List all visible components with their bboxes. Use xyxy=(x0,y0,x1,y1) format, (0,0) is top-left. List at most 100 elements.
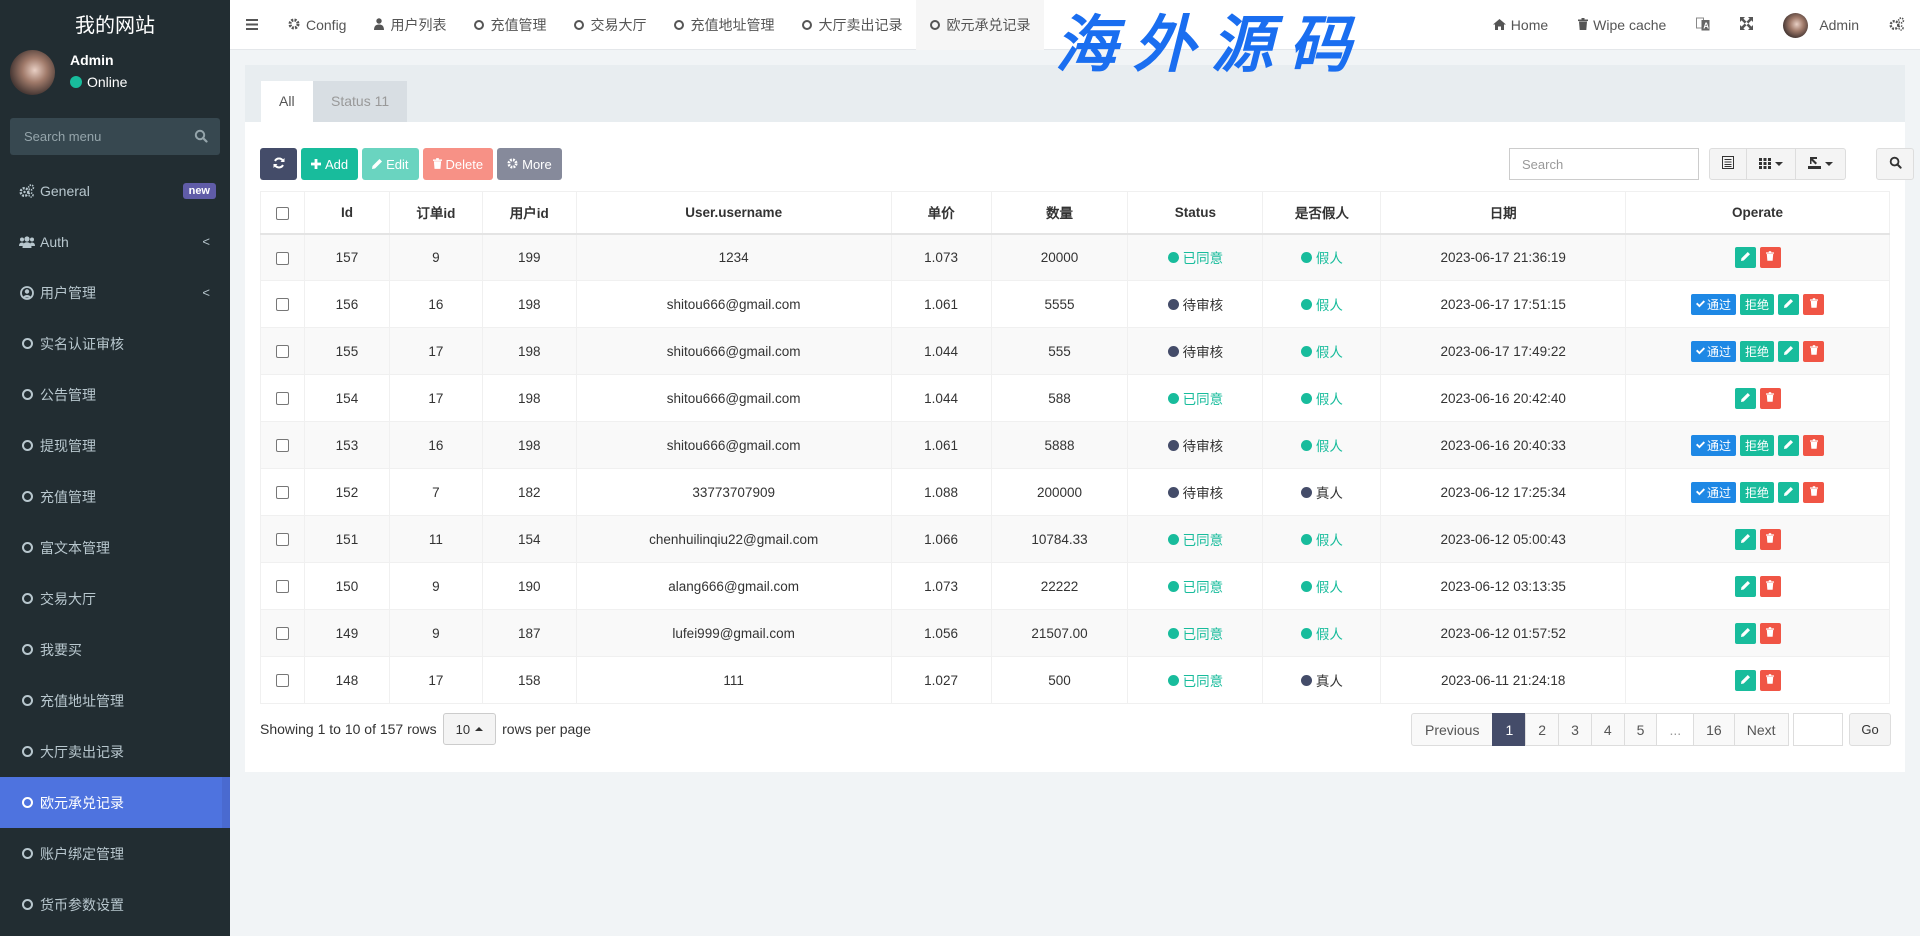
sidebar-item-auth[interactable]: Auth < xyxy=(0,216,230,267)
row-delete-button[interactable] xyxy=(1803,340,1825,362)
row-edit-button[interactable] xyxy=(1734,622,1756,644)
row-delete-button[interactable] xyxy=(1759,622,1781,644)
select-all-checkbox[interactable] xyxy=(275,206,289,220)
wipe-cache-button[interactable]: Wipe cache xyxy=(1563,0,1681,50)
nav-tab-config[interactable]: Config xyxy=(274,0,360,50)
page-button[interactable]: 2 xyxy=(1525,713,1560,746)
row-checkbox[interactable] xyxy=(275,627,289,641)
page-button[interactable]: 3 xyxy=(1558,713,1592,746)
fake-badge[interactable]: 假人 xyxy=(1300,388,1343,408)
column-header[interactable]: 订单id xyxy=(388,191,483,235)
row-checkbox[interactable] xyxy=(275,486,289,500)
fake-badge[interactable]: 假人 xyxy=(1300,529,1343,549)
table-search-input[interactable] xyxy=(1509,148,1699,180)
sidebar-item-trading-hall[interactable]: 交易大厅 xyxy=(0,573,230,624)
row-edit-button[interactable] xyxy=(1778,293,1800,315)
status-badge[interactable]: 待审核 xyxy=(1167,294,1223,314)
column-header[interactable]: Status xyxy=(1127,191,1264,235)
table-row[interactable]: 151 11 154 chenhuilinqiu22@gmail.com 1.066 10… xyxy=(260,515,1890,563)
row-checkbox[interactable] xyxy=(275,439,289,453)
search-icon[interactable] xyxy=(194,129,208,146)
sidebar-item-richtext[interactable]: 富文本管理 xyxy=(0,522,230,573)
fullscreen-button[interactable] xyxy=(1725,0,1768,50)
row-delete-button[interactable] xyxy=(1759,387,1781,409)
nav-tab-hall-sales[interactable]: 大厅卖出记录 xyxy=(788,0,916,50)
status-badge[interactable]: 待审核 xyxy=(1167,435,1223,455)
approve-button[interactable]: 通过 xyxy=(1691,340,1737,362)
next-page-button[interactable]: Next xyxy=(1733,713,1789,746)
sidebar-item-buy[interactable]: 我要买 xyxy=(0,624,230,675)
row-delete-button[interactable] xyxy=(1759,528,1781,550)
sidebar-item-euro-acceptance[interactable]: 欧元承兑记录 xyxy=(0,777,230,828)
reject-button[interactable]: 拒绝 xyxy=(1740,434,1775,456)
page-button[interactable]: 4 xyxy=(1590,713,1625,746)
go-button[interactable]: Go xyxy=(1849,713,1891,746)
row-edit-button[interactable] xyxy=(1734,575,1756,597)
sidebar-item-account-binding[interactable]: 账户绑定管理 xyxy=(0,828,230,879)
status-badge[interactable]: 已同意 xyxy=(1167,670,1223,690)
page-button[interactable]: 5 xyxy=(1623,713,1658,746)
row-checkbox[interactable] xyxy=(275,533,289,547)
row-edit-button[interactable] xyxy=(1734,246,1756,268)
delete-button[interactable]: Delete xyxy=(422,148,494,180)
fake-badge[interactable]: 真人 xyxy=(1300,482,1343,502)
table-row[interactable]: 155 17 198 shitou666@gmail.com 1.044 555 待审核 假人… xyxy=(260,327,1890,375)
nav-tab-user-list[interactable]: 用户列表 xyxy=(360,0,460,50)
page-jump-input[interactable] xyxy=(1793,713,1843,746)
reject-button[interactable]: 拒绝 xyxy=(1740,340,1775,362)
row-delete-button[interactable] xyxy=(1759,669,1781,691)
status-badge[interactable]: 待审核 xyxy=(1167,341,1223,361)
column-header[interactable]: User.username xyxy=(575,191,892,235)
row-checkbox[interactable] xyxy=(275,580,289,594)
row-edit-button[interactable] xyxy=(1778,434,1800,456)
add-button[interactable]: Add xyxy=(301,148,359,180)
fake-badge[interactable]: 假人 xyxy=(1300,576,1343,596)
approve-button[interactable]: 通过 xyxy=(1691,293,1737,315)
row-edit-button[interactable] xyxy=(1734,387,1756,409)
row-edit-button[interactable] xyxy=(1734,669,1756,691)
page-button[interactable]: 16 xyxy=(1693,713,1735,746)
sidebar-item-recharge-address[interactable]: 充值地址管理 xyxy=(0,675,230,726)
columns-dropdown-button[interactable] xyxy=(1747,149,1796,179)
tab-all[interactable]: All xyxy=(261,81,313,122)
table-row[interactable]: 149 9 187 lufei999@gmail.com 1.056 21507.00 已同… xyxy=(260,609,1890,657)
sidebar-item-general[interactable]: General new xyxy=(0,165,230,216)
table-row[interactable]: 150 9 190 alang666@gmail.com 1.073 22222 已同意 假人… xyxy=(260,562,1890,610)
sidebar-item-announcements[interactable]: 公告管理 xyxy=(0,369,230,420)
edit-button[interactable]: Edit xyxy=(362,148,419,180)
status-badge[interactable]: 已同意 xyxy=(1167,247,1223,267)
table-row[interactable]: 148 17 158 111 1.027 500 已同意 真人 2023-06-11 21:24… xyxy=(260,656,1890,704)
advanced-search-button[interactable] xyxy=(1876,148,1914,180)
row-edit-button[interactable] xyxy=(1778,340,1800,362)
table-row[interactable]: 157 9 199 1234 1.073 20000 已同意 假人 2023-06-17 21:… xyxy=(260,233,1890,281)
row-delete-button[interactable] xyxy=(1803,481,1825,503)
row-delete-button[interactable] xyxy=(1759,575,1781,597)
table-row[interactable]: 153 16 198 shitou666@gmail.com 1.061 5888 待审核 假… xyxy=(260,421,1890,469)
status-badge[interactable]: 已同意 xyxy=(1167,576,1223,596)
more-button[interactable]: More xyxy=(497,148,562,180)
home-link[interactable]: Home xyxy=(1478,0,1563,50)
status-badge[interactable]: 已同意 xyxy=(1167,623,1223,643)
nav-tab-trading-hall[interactable]: 交易大厅 xyxy=(560,0,660,50)
row-checkbox[interactable] xyxy=(275,251,289,265)
column-header[interactable]: 数量 xyxy=(990,191,1129,235)
sidebar-item-currency-settings[interactable]: 货币参数设置 xyxy=(0,879,230,930)
nav-tab-euro-acceptance[interactable]: 欧元承兑记录 xyxy=(916,0,1045,50)
column-header[interactable]: 单价 xyxy=(890,191,992,235)
sidebar-toggle-button[interactable] xyxy=(230,0,274,50)
column-header[interactable]: 日期 xyxy=(1380,191,1627,235)
status-badge[interactable]: 已同意 xyxy=(1167,529,1223,549)
row-checkbox[interactable] xyxy=(275,392,289,406)
fake-badge[interactable]: 真人 xyxy=(1300,670,1343,690)
row-checkbox[interactable] xyxy=(275,674,289,688)
reject-button[interactable]: 拒绝 xyxy=(1740,293,1775,315)
status-badge[interactable]: 待审核 xyxy=(1167,482,1223,502)
toggle-view-button[interactable] xyxy=(1710,149,1747,179)
table-row[interactable]: 154 17 198 shitou666@gmail.com 1.044 588 已同意 假人… xyxy=(260,374,1890,422)
fake-badge[interactable]: 假人 xyxy=(1300,247,1343,267)
previous-page-button[interactable]: Previous xyxy=(1411,713,1494,746)
table-row[interactable]: 156 16 198 shitou666@gmail.com 1.061 5555 待审核 假… xyxy=(260,280,1890,328)
sidebar-item-realname-review[interactable]: 实名认证审核 xyxy=(0,318,230,369)
sidebar-item-withdrawals[interactable]: 提现管理 xyxy=(0,420,230,471)
language-button[interactable]: A xyxy=(1681,0,1725,50)
